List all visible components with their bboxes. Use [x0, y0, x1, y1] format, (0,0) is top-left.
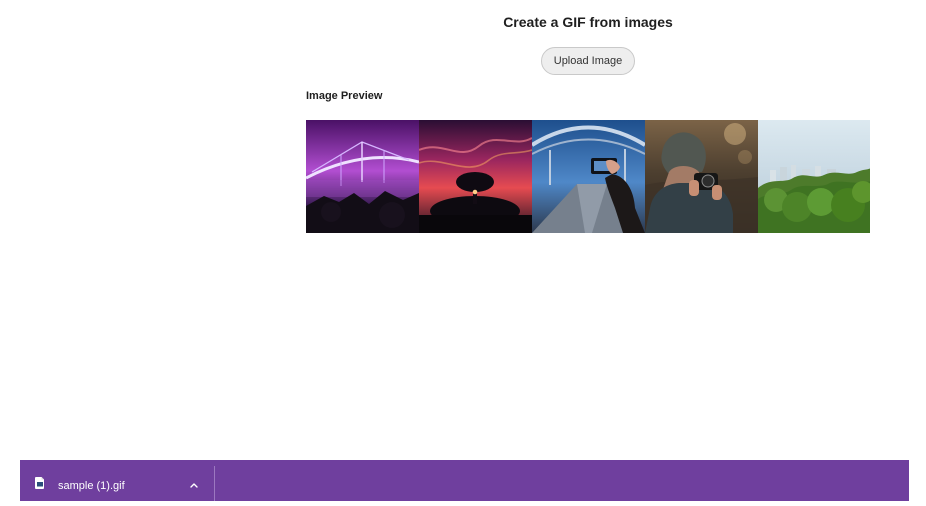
- camera-photographer-image: [645, 120, 758, 233]
- file-icon: [35, 477, 44, 489]
- image-preview-strip: [306, 120, 870, 233]
- download-item[interactable]: sample (1).gif: [20, 460, 214, 501]
- bridge-night-image: [306, 120, 419, 233]
- green-forest-image: [758, 120, 870, 233]
- sunset-tree-image: [419, 120, 532, 233]
- upload-image-button[interactable]: Upload Image: [541, 47, 635, 75]
- download-file-name: sample (1).gif: [58, 480, 125, 492]
- download-options-button[interactable]: [185, 476, 203, 494]
- phone-photo-bridge-image: [532, 120, 645, 233]
- image-preview-label: Image Preview: [306, 90, 383, 102]
- page-title: Create a GIF from images: [503, 14, 673, 30]
- chevron-up-icon: [190, 483, 198, 488]
- download-bar: sample (1).gif: [20, 460, 909, 501]
- download-divider: [214, 466, 215, 501]
